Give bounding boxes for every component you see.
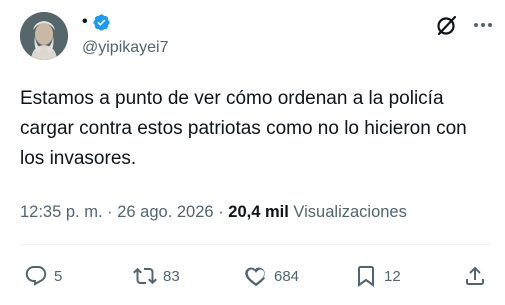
divider [20, 244, 490, 245]
tweet-text: Estamos a punto de ver cómo ordenan a la… [20, 88, 467, 169]
like-count: 684 [274, 267, 300, 285]
retweet-count: 83 [163, 267, 180, 285]
more-horizontal-icon [474, 23, 492, 27]
meta-separator: · [218, 203, 224, 221]
tweet-meta: 12:35 p. m. · 26 ago. 2026 · 20,4 mil Vi… [20, 200, 407, 224]
reply-icon [25, 266, 47, 286]
meta-separator: · [107, 203, 113, 221]
tweet-date[interactable]: 26 ago. 2026 [117, 203, 213, 221]
author-handle[interactable]: @yipikayei7 [82, 38, 169, 58]
bookmark-count: 12 [384, 267, 401, 285]
author-name-row: • [82, 10, 111, 34]
heart-icon [245, 267, 266, 287]
bookmark-button[interactable]: 12 [354, 258, 401, 294]
tweet-card: • @yipikayei7 Estamos a punto de ver cóm… [0, 0, 505, 305]
tweet-actions: 5 83 684 12 [0, 258, 505, 294]
verified-badge-icon[interactable] [92, 13, 111, 32]
like-button[interactable]: 684 [244, 258, 299, 294]
grok-button[interactable] [434, 12, 460, 38]
views-count: 20,4 mil [228, 203, 289, 221]
author-display-name[interactable]: • [82, 12, 88, 32]
avatar[interactable] [20, 12, 68, 60]
more-options-button[interactable] [470, 12, 496, 38]
grok-slash-circle-icon [437, 15, 457, 36]
share-icon [466, 266, 484, 285]
reply-count: 5 [54, 267, 63, 285]
tweet-time[interactable]: 12:35 p. m. [20, 203, 103, 221]
retweet-icon [133, 267, 157, 285]
bookmark-icon [358, 266, 374, 287]
views-label: Visualizaciones [293, 203, 407, 221]
reply-button[interactable]: 5 [24, 258, 62, 294]
retweet-button[interactable]: 83 [133, 258, 180, 294]
share-button[interactable] [463, 258, 487, 294]
avatar-photo [20, 12, 68, 60]
